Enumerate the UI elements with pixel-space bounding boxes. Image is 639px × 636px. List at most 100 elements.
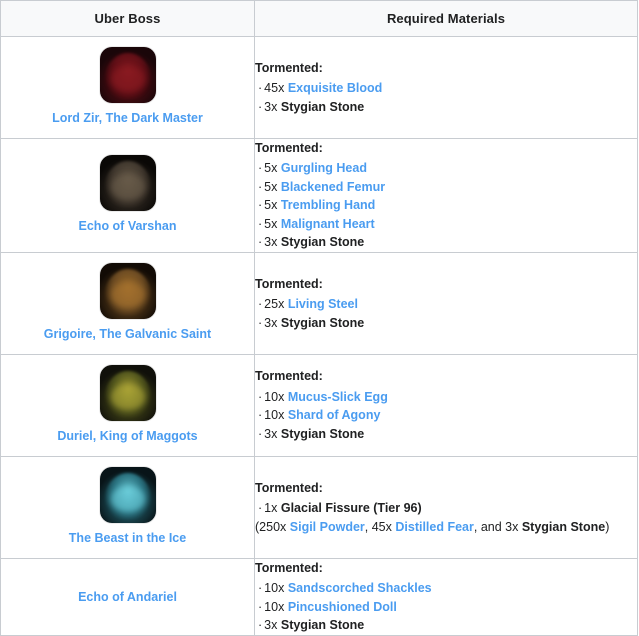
boss-cell-content: Echo of Varshan: [1, 145, 254, 246]
tier-label: Tormented:: [255, 560, 323, 575]
boss-cell: The Beast in the Ice: [0, 455, 255, 559]
material-name: Stygian Stone: [280, 618, 365, 633]
bullet-icon: ·: [258, 161, 263, 176]
bullet-icon: ·: [258, 99, 263, 114]
material-name-link[interactable]: Exquisite Blood: [288, 81, 382, 95]
materials-cell: Tormented: · 45x Exquisite Blood · 3x Stygia…: [254, 36, 638, 139]
table-header: Uber Boss Required Materials: [0, 0, 638, 37]
boss-cell-content: Lord Zir, The Dark Master: [1, 37, 254, 138]
material-line: · 3x Stygian Stone: [255, 425, 637, 444]
note-quantity: 250x: [259, 519, 287, 534]
column-header-required-materials: Required Materials: [254, 0, 638, 37]
thumbnail-glow: [110, 384, 145, 411]
material-quantity: 3x: [264, 315, 278, 330]
boss-name-link[interactable]: The Beast in the Ice: [69, 531, 186, 547]
bullet-icon: ·: [258, 81, 263, 96]
bullet-icon: ·: [258, 408, 263, 423]
uber-boss-materials-table: Uber Boss Required Materials Lord Zir, T…: [0, 0, 638, 636]
thumbnail-glow: [110, 282, 145, 309]
material-name: Glacial Fissure (Tier 96): [280, 501, 422, 516]
material-name-link[interactable]: Trembling Hand: [281, 198, 375, 212]
material-line: · 10x Mucus-Slick Egg: [255, 388, 637, 407]
material-line: · 3x Stygian Stone: [255, 98, 637, 117]
materials-cell: Tormented: · 10x Sandscorched Shackles · 10x…: [254, 557, 638, 636]
bullet-icon: ·: [258, 235, 263, 250]
material-name: Stygian Stone: [280, 315, 365, 330]
tier-label: Tormented:: [255, 60, 323, 75]
material-quantity: 3x: [264, 426, 278, 441]
material-quantity: 10x: [264, 581, 285, 596]
boss-cell-content: Duriel, King of Maggots: [1, 355, 254, 456]
boss-cell: Lord Zir, The Dark Master: [0, 36, 255, 139]
duriel-thumbnail[interactable]: [99, 364, 156, 421]
table-row: Echo of Andariel Tormented: · 10x Sandscorc…: [0, 557, 638, 636]
material-line: · 10x Pincushioned Doll: [255, 598, 637, 617]
material-name: Stygian Stone: [280, 235, 365, 250]
material-name-link[interactable]: Shard of Agony: [288, 408, 381, 422]
thumbnail-glow: [110, 66, 145, 93]
bullet-icon: ·: [258, 426, 263, 441]
material-quantity: 5x: [264, 179, 278, 194]
boss-cell: Echo of Varshan: [0, 138, 255, 253]
material-name: Stygian Stone: [280, 426, 365, 441]
beast-in-the-ice-thumbnail[interactable]: [99, 466, 156, 523]
bullet-icon: ·: [258, 315, 263, 330]
bullet-icon: ·: [258, 198, 263, 213]
bullet-icon: ·: [258, 501, 263, 516]
material-name-link[interactable]: Mucus-Slick Egg: [288, 390, 388, 404]
lord-zir-thumbnail[interactable]: [99, 47, 156, 103]
note-quantity: 45x: [371, 519, 392, 534]
material-quantity: 3x: [264, 235, 278, 250]
material-quantity: 10x: [264, 599, 285, 614]
tier-label: Tormented:: [255, 369, 323, 384]
material-line: · 5x Malignant Heart: [255, 215, 637, 234]
boss-name-link[interactable]: Echo of Varshan: [79, 219, 177, 235]
material-name-link[interactable]: Gurgling Head: [281, 161, 367, 175]
material-quantity: 1x: [264, 501, 278, 516]
note-close-paren: ): [605, 519, 610, 534]
table-row: Duriel, King of Maggots Tormented: · 10x Mu…: [0, 353, 638, 457]
thumbnail-glow: [110, 174, 145, 201]
boss-cell-content: Grigoire, The Galvanic Saint: [1, 253, 254, 354]
tier-label: Tormented:: [255, 141, 323, 155]
bullet-icon: ·: [258, 216, 263, 231]
bullet-icon: ·: [258, 389, 263, 404]
boss-name-link[interactable]: Echo of Andariel: [78, 590, 177, 606]
bullet-icon: ·: [258, 599, 263, 614]
material-name-link[interactable]: Living Steel: [288, 297, 358, 311]
material-note-line: (250x Sigil Powder, 45x Distilled Fear, …: [255, 518, 637, 537]
grigoire-thumbnail[interactable]: [99, 262, 156, 319]
table-row: Lord Zir, The Dark Master Tormented: · 45x …: [0, 36, 638, 139]
material-quantity: 5x: [264, 198, 278, 213]
material-name-link[interactable]: Malignant Heart: [281, 217, 375, 231]
boss-name-link[interactable]: Lord Zir, The Dark Master: [52, 111, 203, 127]
note-material-link[interactable]: Sigil Powder: [290, 520, 365, 534]
table-row: The Beast in the Ice Tormented: · 1x Glacia…: [0, 455, 638, 559]
material-name-link[interactable]: Sandscorched Shackles: [288, 581, 432, 595]
note-material-link[interactable]: Distilled Fear: [395, 520, 474, 534]
tier-label: Tormented:: [255, 480, 323, 495]
bullet-icon: ·: [258, 297, 263, 312]
material-name-link[interactable]: Pincushioned Doll: [288, 600, 397, 614]
echo-of-varshan-thumbnail[interactable]: [99, 154, 156, 211]
note-material-name: Stygian Stone: [521, 519, 606, 534]
boss-cell: Grigoire, The Galvanic Saint: [0, 251, 255, 355]
material-quantity: 45x: [264, 81, 285, 96]
bullet-icon: ·: [258, 618, 263, 633]
material-line: · 10x Shard of Agony: [255, 406, 637, 425]
note-quantity: 3x: [505, 519, 519, 534]
materials-cell: Tormented: · 25x Living Steel · 3x Stygian S…: [254, 251, 638, 355]
boss-name-link[interactable]: Grigoire, The Galvanic Saint: [44, 327, 211, 343]
material-line: · 3x Stygian Stone: [255, 233, 637, 252]
material-quantity: 25x: [264, 297, 285, 312]
material-line: · 5x Trembling Hand: [255, 196, 637, 215]
table-row: Grigoire, The Galvanic Saint Tormented: · 2…: [0, 251, 638, 355]
material-line: · 25x Living Steel: [255, 295, 637, 314]
material-line: · 45x Exquisite Blood: [255, 79, 637, 98]
table-header-row: Uber Boss Required Materials: [0, 0, 638, 37]
material-line: · 5x Gurgling Head: [255, 159, 637, 178]
boss-name-link[interactable]: Duriel, King of Maggots: [57, 429, 197, 445]
boss-cell-content: The Beast in the Ice: [1, 457, 254, 558]
material-name-link[interactable]: Blackened Femur: [281, 180, 385, 194]
note-separator: ,: [364, 519, 372, 534]
